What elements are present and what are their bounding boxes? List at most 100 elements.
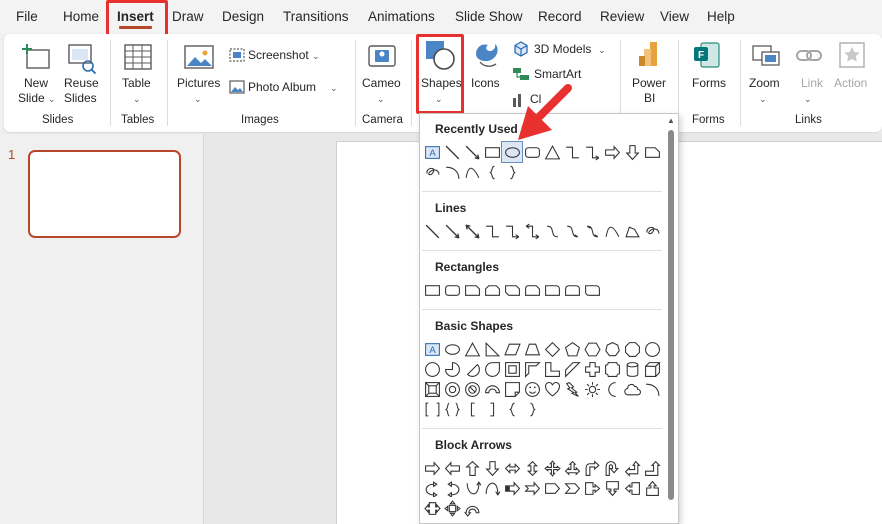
right-arrow-shape[interactable] <box>422 458 442 478</box>
up-down-arrow-shape[interactable] <box>522 458 542 478</box>
snip-rectangle-shape[interactable] <box>642 142 662 162</box>
down-arrow-shape[interactable] <box>482 458 502 478</box>
bent-arrow-shape[interactable] <box>582 458 602 478</box>
smiley-face-shape[interactable] <box>522 379 542 399</box>
arc-shape[interactable] <box>642 379 662 399</box>
tab-view[interactable]: View <box>660 0 689 34</box>
oval-shape[interactable] <box>442 339 462 359</box>
down-arrow-callout-shape[interactable] <box>602 478 622 498</box>
left-right-arrow-callout-shape[interactable] <box>422 498 442 518</box>
pentagon-arrow-shape[interactable] <box>542 478 562 498</box>
tab-draw[interactable]: Draw <box>172 0 204 34</box>
freeform-shape[interactable] <box>622 221 642 241</box>
dropdown-scrollbar-thumb[interactable] <box>668 130 674 500</box>
text-box-shape[interactable]: A <box>422 339 442 359</box>
triangle-shape[interactable] <box>462 339 482 359</box>
elbow-connector-shape[interactable] <box>482 221 502 241</box>
up-arrow-callout-shape[interactable] <box>642 478 662 498</box>
right-brace-shape[interactable] <box>502 162 522 182</box>
left-arrow-shape[interactable] <box>442 458 462 478</box>
curved-down-arrow-shape[interactable] <box>482 478 502 498</box>
moon-shape[interactable] <box>602 379 622 399</box>
text-box-shape[interactable]: A <box>422 142 442 162</box>
heart-shape[interactable] <box>542 379 562 399</box>
cloud-shape[interactable] <box>622 379 642 399</box>
bevel-shape[interactable] <box>422 379 442 399</box>
left-right-arrow-shape[interactable] <box>502 458 522 478</box>
left-brace-shape[interactable] <box>502 399 522 419</box>
quad-arrow-shape[interactable] <box>542 458 562 478</box>
frame-shape[interactable] <box>502 359 522 379</box>
snip-round-rectangle-shape[interactable] <box>522 280 542 300</box>
dodecagon-shape[interactable] <box>422 359 442 379</box>
arrow-line-shape[interactable] <box>462 142 482 162</box>
tab-slide-show[interactable]: Slide Show <box>455 0 523 34</box>
rectangle-shape[interactable] <box>482 142 502 162</box>
double-bracket-shape[interactable] <box>422 399 442 419</box>
up-arrow-shape[interactable] <box>462 458 482 478</box>
snip-same-side-rectangle-shape[interactable] <box>482 280 502 300</box>
right-arrow-callout-shape[interactable] <box>582 478 602 498</box>
half-frame-shape[interactable] <box>522 359 542 379</box>
rounded-rectangle-shape[interactable] <box>442 280 462 300</box>
arrow-line-shape[interactable] <box>442 221 462 241</box>
pie-shape[interactable] <box>442 359 462 379</box>
block-arc-shape[interactable] <box>482 379 502 399</box>
pentagon-shape[interactable] <box>562 339 582 359</box>
arc-shape[interactable] <box>442 162 462 182</box>
circular-arrow-shape[interactable] <box>462 498 482 518</box>
tab-design[interactable]: Design <box>222 0 264 34</box>
line-shape[interactable] <box>442 142 462 162</box>
round-single-corner-rectangle-shape[interactable] <box>542 280 562 300</box>
tab-record[interactable]: Record <box>538 0 582 34</box>
parallelogram-shape[interactable] <box>502 339 522 359</box>
freeform-scribble-shape[interactable] <box>422 162 442 182</box>
double-arrow-line-shape[interactable] <box>462 221 482 241</box>
curved-right-arrow-shape[interactable] <box>422 478 442 498</box>
line-shape[interactable] <box>422 221 442 241</box>
elbow-arrow-connector-shape[interactable] <box>502 221 522 241</box>
curved-arrow-connector-shape[interactable] <box>562 221 582 241</box>
curved-left-arrow-shape[interactable] <box>442 478 462 498</box>
tab-help[interactable]: Help <box>707 0 735 34</box>
right-triangle-shape[interactable] <box>482 339 502 359</box>
left-right-up-arrow-shape[interactable] <box>562 458 582 478</box>
folded-corner-shape[interactable] <box>502 379 522 399</box>
teardrop-shape[interactable] <box>482 359 502 379</box>
tab-file[interactable]: File <box>16 0 38 34</box>
down-arrow-shape[interactable] <box>622 142 642 162</box>
decagon-shape[interactable] <box>642 339 662 359</box>
tab-review[interactable]: Review <box>600 0 644 34</box>
quad-arrow-callout-shape[interactable] <box>442 498 462 518</box>
curve-shape[interactable] <box>602 221 622 241</box>
plaque-shape[interactable] <box>602 359 622 379</box>
right-brace-shape[interactable] <box>522 399 542 419</box>
curved-double-arrow-connector-shape[interactable] <box>582 221 602 241</box>
round-same-side-rectangle-shape[interactable] <box>562 280 582 300</box>
no-symbol-shape[interactable] <box>462 379 482 399</box>
diagonal-stripe-shape[interactable] <box>562 359 582 379</box>
cube-shape[interactable] <box>642 359 662 379</box>
right-arrow-shape[interactable] <box>602 142 622 162</box>
chevron-shape[interactable] <box>562 478 582 498</box>
curved-connector-shape[interactable] <box>542 221 562 241</box>
scroll-up-arrow-icon[interactable]: ▲ <box>664 116 678 128</box>
scribble-shape[interactable] <box>642 221 662 241</box>
tab-home[interactable]: Home <box>63 0 99 34</box>
sun-shape[interactable] <box>582 379 602 399</box>
elbow-double-arrow-connector-shape[interactable] <box>522 221 542 241</box>
donut-shape[interactable] <box>442 379 462 399</box>
left-brace-shape[interactable] <box>482 162 502 182</box>
slide-thumbnail[interactable] <box>28 150 181 238</box>
can-shape[interactable] <box>622 359 642 379</box>
u-turn-arrow-shape[interactable] <box>602 458 622 478</box>
octagon-shape[interactable] <box>622 339 642 359</box>
trapezoid-shape[interactable] <box>522 339 542 359</box>
heptagon-shape[interactable] <box>602 339 622 359</box>
hexagon-shape[interactable] <box>582 339 602 359</box>
curved-up-arrow-shape[interactable] <box>462 478 482 498</box>
elbow-arrow-connector-shape[interactable] <box>582 142 602 162</box>
chord-shape[interactable] <box>462 359 482 379</box>
tab-animations[interactable]: Animations <box>368 0 435 34</box>
right-bracket-shape[interactable] <box>482 399 502 419</box>
